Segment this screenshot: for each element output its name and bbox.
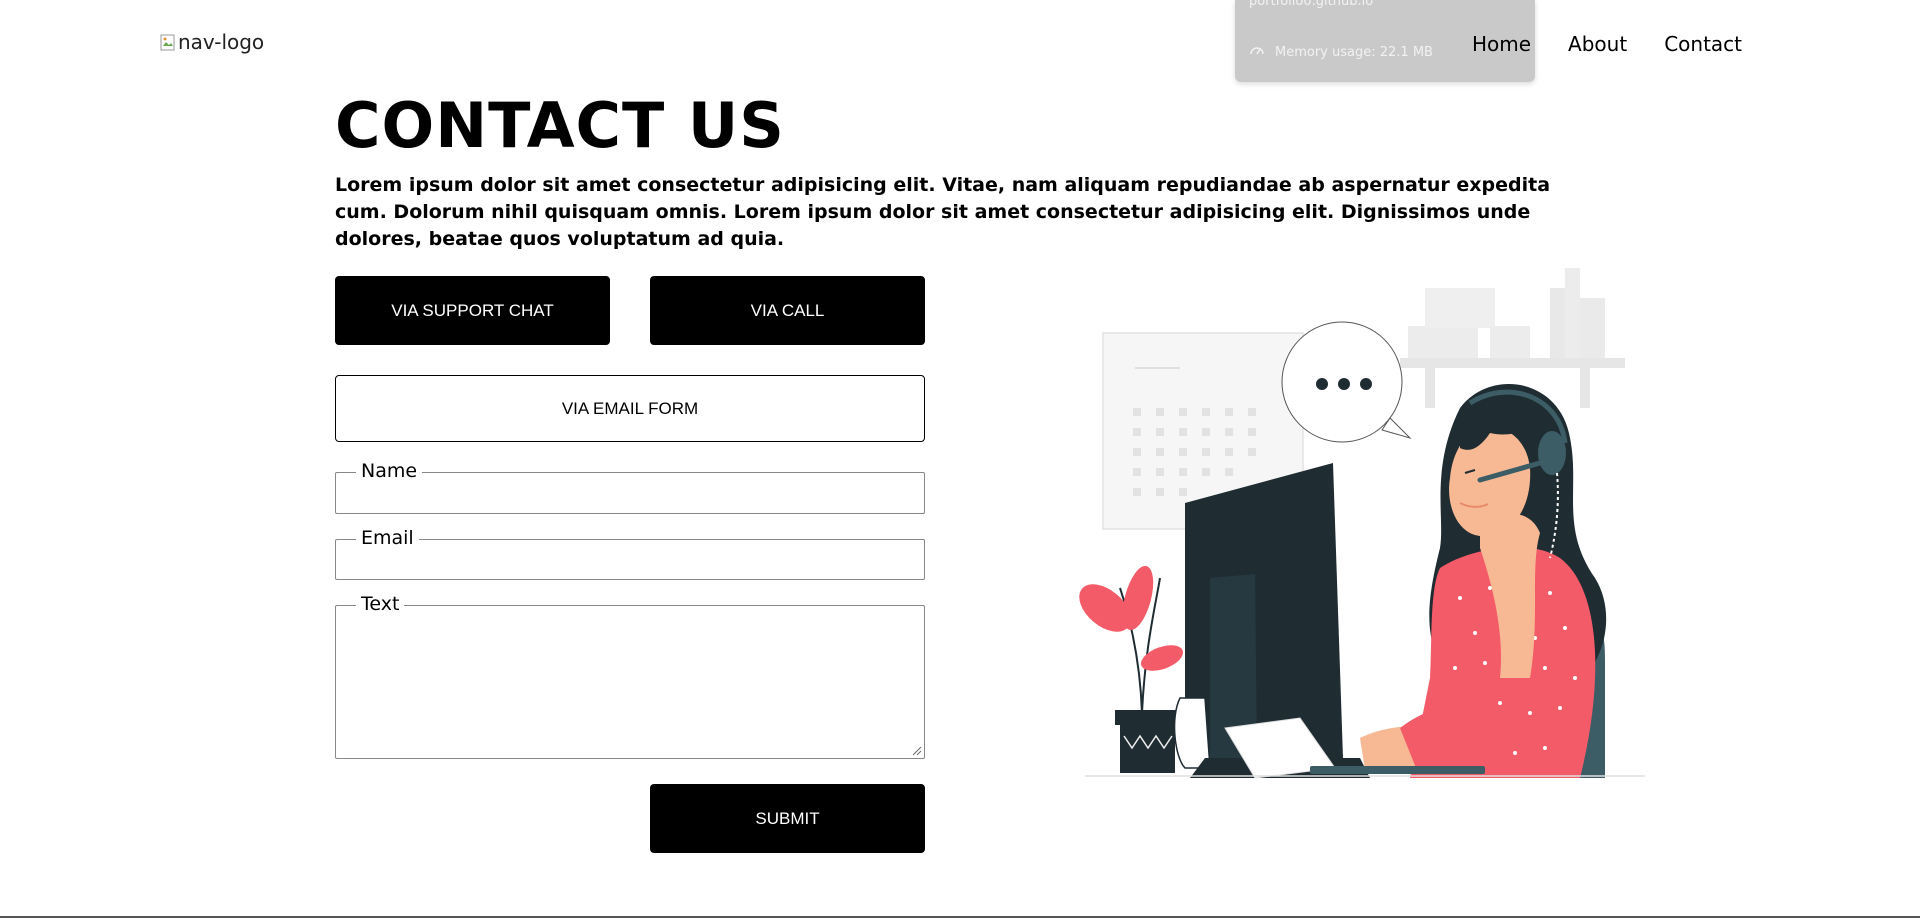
page-title: CONTACT US	[335, 89, 785, 162]
nav-link-home[interactable]: Home	[1472, 32, 1531, 56]
tooltip-memory: Memory usage: 22.1 MB	[1249, 44, 1433, 60]
main-nav: Home About Contact	[1472, 32, 1742, 56]
submit-button[interactable]: SUBMIT	[650, 784, 925, 853]
text-input[interactable]	[336, 606, 924, 758]
memory-usage-text: Memory usage: 22.1 MB	[1275, 44, 1433, 60]
text-field: Text	[335, 593, 925, 759]
email-field: Email	[335, 527, 925, 580]
text-label: Text	[356, 593, 405, 615]
nav-link-about[interactable]: About	[1568, 32, 1627, 56]
email-form-button[interactable]: VIA EMAIL FORM	[335, 375, 925, 442]
resize-handle-icon[interactable]	[912, 746, 922, 756]
page-description: Lorem ipsum dolor sit amet consectetur a…	[335, 174, 1551, 250]
email-label: Email	[356, 527, 419, 549]
gauge-icon	[1249, 44, 1265, 60]
name-field: Name	[335, 460, 925, 514]
support-chat-button[interactable]: VIA SUPPORT CHAT	[335, 276, 610, 345]
name-label: Name	[356, 460, 423, 482]
email-input[interactable]	[336, 540, 924, 579]
nav-logo[interactable]: nav-logo	[160, 30, 264, 54]
nav-link-contact[interactable]: Contact	[1664, 32, 1742, 56]
call-button[interactable]: VIA CALL	[650, 276, 925, 345]
broken-image-icon	[160, 33, 176, 51]
name-input[interactable]	[336, 473, 924, 513]
nav-logo-alt-text: nav-logo	[178, 30, 265, 54]
support-agent-illustration	[1079, 268, 1645, 778]
tooltip-url: portfolio0.github.io	[1249, 0, 1374, 9]
